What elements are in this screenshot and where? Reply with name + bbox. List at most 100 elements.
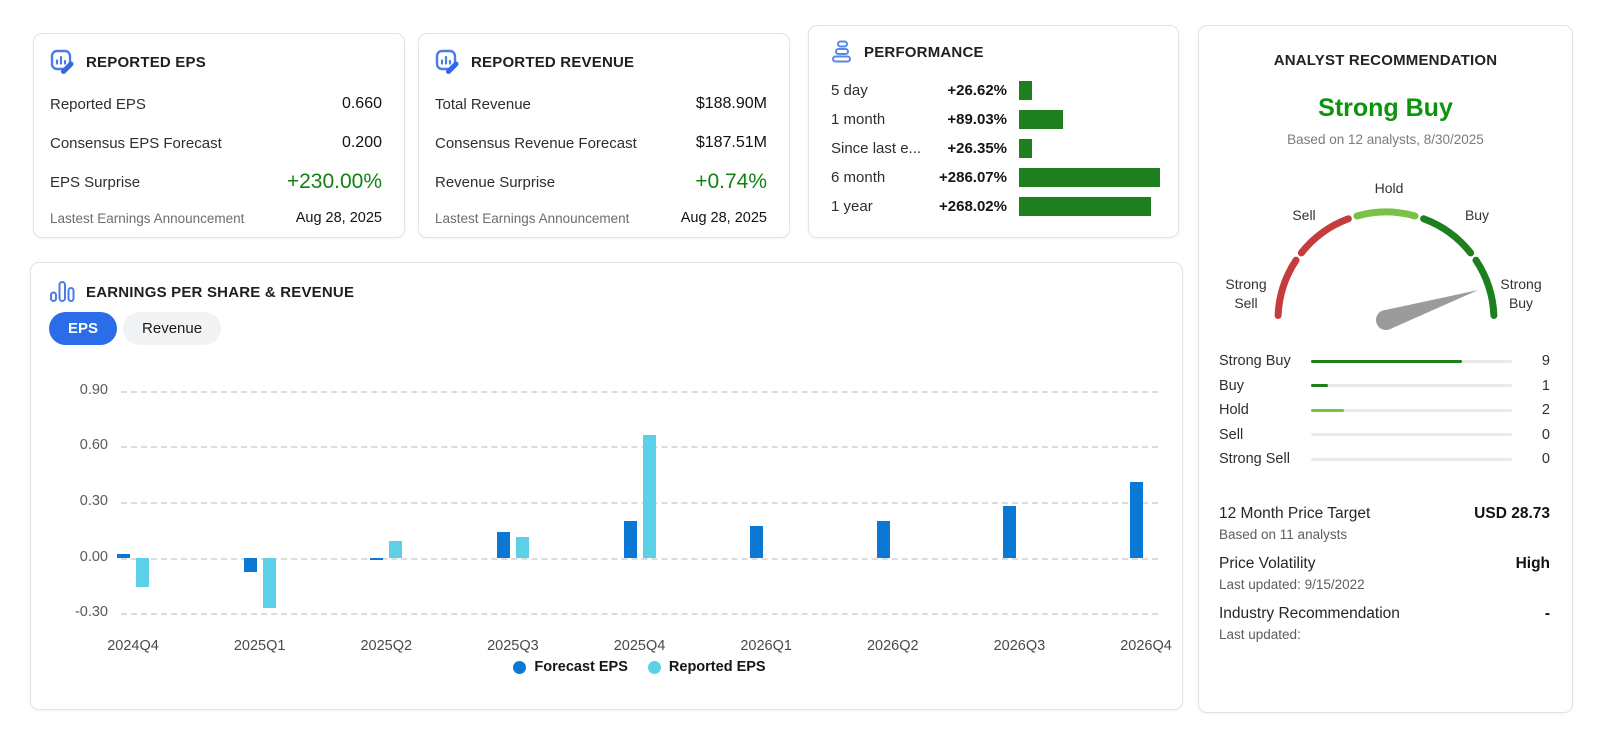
reported-eps-header: REPORTED EPS <box>50 49 382 75</box>
perf-bar <box>1019 139 1032 158</box>
x-axis-label: 2025Q1 <box>234 638 286 654</box>
bar-forecast-2024Q4 <box>117 554 130 558</box>
stat-row-revenue-surprise: Revenue Surprise +0.74% <box>435 170 767 194</box>
gauge-arc-buy <box>1424 219 1471 253</box>
gridline <box>121 502 1158 504</box>
gauge-arc-sell <box>1301 219 1348 253</box>
stat-value: High <box>1516 555 1550 573</box>
stat-value: $187.51M <box>696 134 767 152</box>
dist-label: Strong Sell <box>1219 451 1311 467</box>
x-axis-label: 2024Q4 <box>107 638 159 654</box>
stat-sub: Last updated: 9/15/2022 <box>1219 577 1550 592</box>
gridline <box>121 391 1158 393</box>
dist-bar <box>1311 384 1328 387</box>
gauge-needle-hub <box>1376 310 1396 330</box>
stat-value: Aug 28, 2025 <box>296 210 382 226</box>
stat-label: Consensus Revenue Forecast <box>435 135 637 152</box>
dist-count: 9 <box>1512 353 1550 369</box>
x-axis-label: 2026Q1 <box>740 638 792 654</box>
recommendation-distribution: Strong Buy 9 Buy 1 Hold 2 Sell 0 Strong … <box>1219 349 1550 472</box>
perf-bar <box>1019 81 1032 100</box>
stat-row-consensus-eps: Consensus EPS Forecast 0.200 <box>50 131 382 155</box>
stat-value-positive: +230.00% <box>287 170 382 194</box>
reported-eps-title: REPORTED EPS <box>86 54 206 71</box>
perf-value: +26.35% <box>927 140 1007 157</box>
stat-label: Reported EPS <box>50 96 146 113</box>
stat-label: 12 Month Price Target <box>1219 505 1370 523</box>
chart-title: EARNINGS PER SHARE & REVENUE <box>86 284 354 301</box>
stat-price-volatility: Price Volatility High Last updated: 9/15… <box>1219 555 1550 592</box>
gridline <box>121 446 1158 448</box>
perf-bar-track <box>1019 168 1160 187</box>
performance-row-1month: 1 month +89.03% <box>831 105 1160 134</box>
stat-value: - <box>1545 605 1550 623</box>
perf-value: +268.02% <box>927 198 1007 215</box>
report-edit-icon <box>435 49 461 75</box>
stat-sub: Based on 11 analysts <box>1219 527 1550 542</box>
dist-row-buy: Buy 1 <box>1219 374 1550 399</box>
dist-track <box>1311 409 1512 412</box>
x-axis-label: 2026Q2 <box>867 638 919 654</box>
reported-revenue-card: REPORTED REVENUE Total Revenue $188.90M … <box>418 33 790 238</box>
stacked-bars-icon <box>831 40 854 65</box>
toggle-eps-button[interactable]: EPS <box>49 312 117 345</box>
bar-reported-2025Q2 <box>389 541 402 558</box>
dist-label: Buy <box>1219 378 1311 394</box>
dist-label: Sell <box>1219 427 1311 443</box>
perf-label: Since last e... <box>831 140 927 157</box>
perf-value: +286.07% <box>927 169 1007 186</box>
bar-forecast-2026Q1 <box>750 526 763 558</box>
stat-label: Lastest Earnings Announcement <box>50 211 244 226</box>
toggle-revenue-button[interactable]: Revenue <box>123 312 221 345</box>
bar-forecast-2025Q1 <box>244 558 257 573</box>
stat-label: Consensus EPS Forecast <box>50 135 222 152</box>
perf-label: 1 month <box>831 111 927 128</box>
legend-item-forecast-eps[interactable]: Forecast EPS <box>513 659 628 675</box>
stat-label: Price Volatility <box>1219 555 1315 573</box>
perf-bar <box>1019 168 1160 187</box>
x-axis-label: 2025Q4 <box>614 638 666 654</box>
perf-label: 6 month <box>831 169 927 186</box>
performance-row-6month: 6 month +286.07% <box>831 163 1160 192</box>
perf-value: +89.03% <box>927 111 1007 128</box>
performance-row-1year: 1 year +268.02% <box>831 192 1160 221</box>
bar-forecast-2025Q2 <box>370 558 383 560</box>
chart-legend: Forecast EPS Reported EPS <box>121 659 1158 675</box>
stat-row-consensus-revenue: Consensus Revenue Forecast $187.51M <box>435 131 767 155</box>
dist-track <box>1311 458 1512 461</box>
dist-row-strong-buy: Strong Buy 9 <box>1219 349 1550 374</box>
stat-value-positive: +0.74% <box>695 170 767 194</box>
stat-row-total-revenue: Total Revenue $188.90M <box>435 92 767 116</box>
x-axis-label: 2026Q4 <box>1120 638 1172 654</box>
y-axis-label: 0.30 <box>56 493 108 509</box>
gauge-arc-strong-sell <box>1278 260 1296 315</box>
stat-row-earnings-announcement: Lastest Earnings Announcement Aug 28, 20… <box>50 206 382 230</box>
stat-label: EPS Surprise <box>50 174 140 191</box>
dist-row-sell: Sell 0 <box>1219 423 1550 448</box>
gridline <box>121 558 1158 560</box>
gauge-arc-strong-buy <box>1476 260 1494 315</box>
dist-count: 1 <box>1512 378 1550 394</box>
y-axis-label: 0.00 <box>56 549 108 565</box>
reported-eps-dot-icon <box>648 661 661 674</box>
bar-reported-2025Q3 <box>516 537 529 557</box>
reported-revenue-header: REPORTED REVENUE <box>435 49 767 75</box>
x-axis-label: 2025Q2 <box>360 638 412 654</box>
dist-track <box>1311 384 1512 387</box>
performance-row-since-last-earnings: Since last e... +26.35% <box>831 134 1160 163</box>
stat-price-target: 12 Month Price Target USD 28.73 Based on… <box>1219 505 1550 542</box>
perf-label: 5 day <box>831 82 927 99</box>
stat-row-earnings-announcement: Lastest Earnings Announcement Aug 28, 20… <box>435 206 767 230</box>
stat-label: Revenue Surprise <box>435 174 555 191</box>
stat-row-eps-surprise: EPS Surprise +230.00% <box>50 170 382 194</box>
chart-header: EARNINGS PER SHARE & REVENUE <box>49 280 354 304</box>
gauge-needle <box>1383 290 1478 329</box>
bar-forecast-2026Q2 <box>877 521 890 558</box>
legend-item-reported-eps[interactable]: Reported EPS <box>648 659 766 675</box>
perf-label: 1 year <box>831 198 927 215</box>
x-axis-label: 2026Q3 <box>994 638 1046 654</box>
bar-chart-icon <box>49 280 76 304</box>
perf-value: +26.62% <box>927 82 1007 99</box>
stat-value: USD 28.73 <box>1474 505 1550 523</box>
legend-label: Forecast EPS <box>534 659 628 675</box>
